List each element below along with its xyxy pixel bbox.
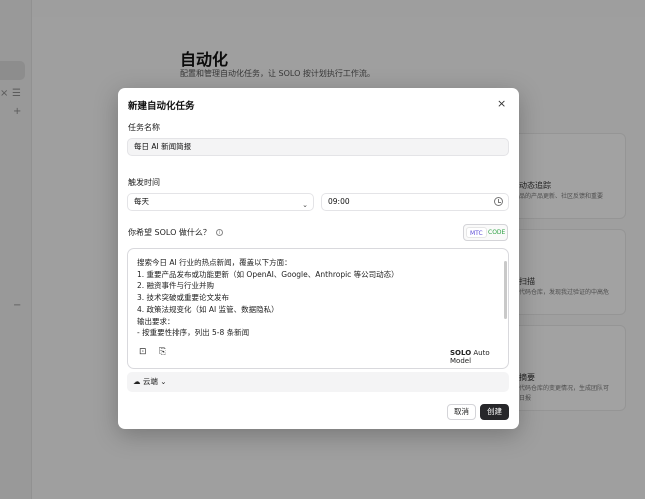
chevron-down-icon: ⌄ xyxy=(302,201,308,209)
model-brand: SOLO xyxy=(450,349,472,357)
prompt-line: - 按重要性排序，列出 5-8 条新闻 xyxy=(137,328,250,338)
prompt-textarea[interactable]: 搜索今日 AI 行业的热点新闻，覆盖以下方面： 1. 重要产品发布或功能更新（如… xyxy=(137,257,497,339)
prompt-line: 4. 政策法规变化（如 AI 监管、数据隐私） xyxy=(137,304,279,314)
environment-select[interactable]: ☁ 云端 ⌄ xyxy=(133,376,167,387)
task-prompt-label-text: 你希望 SOLO 做什么？ xyxy=(128,228,211,237)
task-name-label: 任务名称 xyxy=(128,123,160,132)
info-icon[interactable]: i xyxy=(215,229,223,236)
time-picker[interactable]: 09:00 xyxy=(321,193,509,211)
task-name-value: 每日 AI 新闻简报 xyxy=(134,142,192,151)
prompt-line: 3. 技术突破或重要论文发布 xyxy=(137,293,230,303)
trigger-time-label: 触发时间 xyxy=(128,178,160,187)
task-name-input[interactable]: 每日 AI 新闻简报 xyxy=(127,138,509,156)
code-mode-option[interactable]: CODE xyxy=(485,227,508,238)
prompt-line: 1. 重要产品发布或功能更新（如 OpenAI、Google、Anthropic… xyxy=(137,269,399,279)
frequency-select[interactable]: 每天 ⌄ xyxy=(127,193,314,211)
cloud-icon: ☁ xyxy=(133,377,141,386)
edit-icon[interactable]: ⊡ xyxy=(139,347,147,357)
clock-icon xyxy=(494,197,503,206)
environment-bar: ☁ 云端 ⌄ xyxy=(127,372,509,392)
create-button[interactable]: 创建 xyxy=(480,404,509,420)
environment-label: 云端 xyxy=(142,377,158,386)
editor-scrollbar[interactable] xyxy=(504,261,507,319)
dialog-title: 新建自动化任务 xyxy=(128,101,195,112)
cancel-button[interactable]: 取消 xyxy=(447,404,476,420)
prompt-line: 输出要求： xyxy=(137,316,175,326)
prompt-editor[interactable]: 搜索今日 AI 行业的热点新闻，覆盖以下方面： 1. 重要产品发布或功能更新（如… xyxy=(127,248,509,369)
close-icon[interactable]: × xyxy=(497,97,506,110)
prompt-line: 搜索今日 AI 行业的热点新闻，覆盖以下方面： xyxy=(137,258,292,267)
task-prompt-label: 你希望 SOLO 做什么？ i xyxy=(128,227,223,238)
new-automation-dialog: 新建自动化任务 × 任务名称 每日 AI 新闻简报 触发时间 每天 ⌄ 09:0… xyxy=(118,88,519,429)
attach-icon[interactable]: ⎘ xyxy=(159,347,166,357)
mode-toggle: MTC CODE xyxy=(463,224,508,241)
mtc-mode-option[interactable]: MTC xyxy=(466,227,487,238)
frequency-value: 每天 xyxy=(134,197,149,206)
time-value: 09:00 xyxy=(328,197,350,206)
model-selector[interactable]: SOLO Auto Model xyxy=(450,349,508,365)
prompt-line: 2. 融资事件与行业并购 xyxy=(137,281,215,291)
chevron-down-icon: ⌄ xyxy=(160,377,167,386)
